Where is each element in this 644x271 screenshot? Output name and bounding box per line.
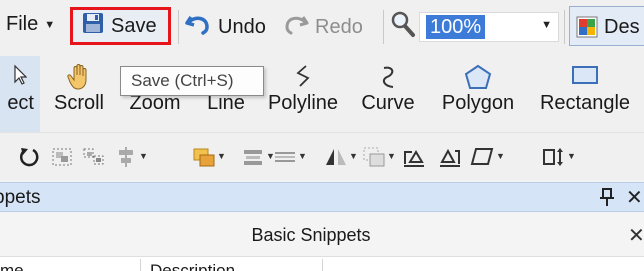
toolbar-divider xyxy=(178,10,179,44)
zoom-level-select[interactable]: 100% ▼ xyxy=(419,12,559,42)
pointer-icon xyxy=(13,64,28,91)
polygon-tool-button[interactable]: Polygon xyxy=(434,56,522,132)
chevron-down-icon: ▼ xyxy=(567,151,576,161)
design-button-label: Des xyxy=(604,16,640,38)
chevron-down-icon: ▼ xyxy=(298,151,307,161)
app-window: File ▼ Save Undo Redo 100% ▼ Des ect Scr… xyxy=(0,0,644,271)
chevron-down-icon: ▼ xyxy=(496,151,505,161)
ungroup-icon[interactable] xyxy=(82,146,106,173)
column-header-description[interactable]: Description xyxy=(150,261,235,271)
text-fit-icon[interactable] xyxy=(438,146,462,173)
redo-icon xyxy=(283,13,309,41)
chevron-down-icon: ▼ xyxy=(217,151,226,161)
chevron-down-icon: ▼ xyxy=(139,151,148,161)
curve-tool-label: Curve xyxy=(361,92,415,114)
polygon-tool-label: Polygon xyxy=(441,92,515,114)
snippets-document-title: Basic Snippets xyxy=(251,225,371,245)
undo-button[interactable]: Undo xyxy=(185,13,266,41)
undo-icon xyxy=(185,13,211,41)
scroll-tool-label: Scroll xyxy=(53,92,104,114)
text-path-icon[interactable] xyxy=(402,146,426,173)
close-icon[interactable]: ✕ xyxy=(626,185,643,210)
snippets-document-header: Basic Snippets ✕ xyxy=(0,213,644,257)
save-button-label: Save xyxy=(111,14,157,37)
polyline-tool-label: Polyline xyxy=(267,92,339,114)
transform-icon[interactable]: ▼ xyxy=(470,146,505,173)
flip-icon[interactable]: ▼ xyxy=(324,146,358,173)
undo-button-label: Undo xyxy=(218,15,266,38)
rectangle-tool-label: Rectangle xyxy=(539,92,631,114)
drawing-tools-toolbar: ect Scroll Zoom Line Polyline Curve Poly… xyxy=(0,56,644,132)
hand-icon xyxy=(67,64,91,95)
rotate-icon[interactable] xyxy=(18,146,40,173)
snippets-pane-title: ppets xyxy=(0,187,41,208)
order-icon[interactable]: ▼ xyxy=(192,146,226,173)
save-tooltip: Save (Ctrl+S) xyxy=(120,66,264,96)
curve-tool-icon xyxy=(378,64,398,95)
select-tool-label: ect xyxy=(7,92,34,114)
pin-icon[interactable] xyxy=(598,187,616,212)
scroll-tool-button[interactable]: Scroll xyxy=(50,56,108,132)
chevron-down-icon: ▼ xyxy=(44,18,56,31)
chevron-down-icon: ▼ xyxy=(349,151,358,161)
chevron-down-icon: ▼ xyxy=(387,151,396,161)
resize-icon[interactable]: ▼ xyxy=(540,146,576,173)
format-toolbar: ▼ ▼ ▼ ▼ ▼ ▼ ▼ ▼ xyxy=(0,132,644,180)
file-menu-label: File xyxy=(6,13,39,35)
distribute-icon[interactable]: ▼ xyxy=(241,146,275,173)
design-button[interactable]: Des xyxy=(569,6,644,46)
toolbar-divider xyxy=(383,10,384,44)
curve-tool-button[interactable]: Curve xyxy=(355,56,421,132)
size-icon[interactable]: ▼ xyxy=(362,146,396,173)
polygon-icon xyxy=(464,64,492,95)
polyline-tool-button[interactable]: Polyline xyxy=(263,56,343,132)
snippets-grid-header: me Description xyxy=(0,257,644,271)
group-icon[interactable] xyxy=(50,146,74,173)
main-toolbar: File ▼ Save Undo Redo 100% ▼ Des xyxy=(0,0,644,56)
select-tool-button[interactable]: ect xyxy=(0,56,40,132)
design-icon xyxy=(576,16,598,43)
snippets-pane-header: ppets ✕ xyxy=(0,182,644,212)
polyline-tool-icon xyxy=(292,64,314,93)
column-divider[interactable] xyxy=(322,259,323,271)
toolbar-divider xyxy=(564,10,565,44)
rectangle-icon xyxy=(571,64,599,91)
save-button[interactable]: Save xyxy=(70,7,171,45)
align-icon[interactable]: ▼ xyxy=(114,146,148,173)
spacing-icon[interactable]: ▼ xyxy=(273,146,307,173)
rectangle-tool-button[interactable]: Rectangle xyxy=(532,56,638,132)
column-divider[interactable] xyxy=(140,259,141,271)
close-icon[interactable]: ✕ xyxy=(628,223,644,248)
magnifier-icon xyxy=(390,10,416,43)
zoom-level-value: 100% xyxy=(426,15,486,39)
floppy-disk-icon xyxy=(82,12,104,40)
chevron-down-icon[interactable]: ▼ xyxy=(541,19,552,31)
redo-button-label: Redo xyxy=(315,15,363,38)
redo-button[interactable]: Redo xyxy=(283,13,363,41)
file-menu[interactable]: File ▼ xyxy=(6,13,55,36)
column-header-name[interactable]: me xyxy=(0,261,24,271)
